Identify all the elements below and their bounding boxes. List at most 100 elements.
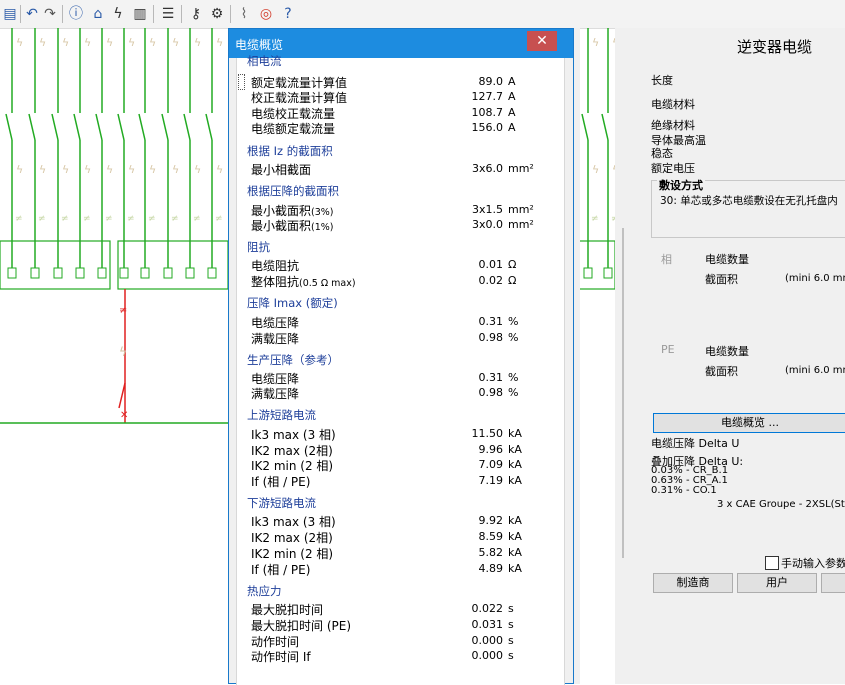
cable-overview-dialog: 电缆概览 ✕ 相电流 额定载流量计算值 89.0 A 校正载流量计算值 127.7 A 电缆校… [228, 28, 574, 685]
feeder-mark: ≠ [15, 214, 23, 224]
feeder-terminal [207, 267, 217, 279]
manual-input-checkbox[interactable] [765, 556, 779, 570]
gear-icon[interactable]: ⚙ [207, 4, 227, 24]
laying-value[interactable]: 30: 单芯或多芯电缆敷设在无孔托盘内 [660, 193, 838, 208]
feeder-terminal [140, 267, 150, 279]
cable-mark: ≠ [119, 305, 127, 316]
row-label-text: 满载压降 [251, 332, 300, 346]
row-label: IK2 min (2 相) [251, 545, 333, 562]
extra-button[interactable] [821, 573, 845, 593]
row-unit: % [508, 315, 519, 328]
drop-line: 0.31% - CO.1 [651, 485, 717, 496]
row-label: 最小截面积(1%) [251, 217, 334, 234]
row-label-text: 整体阻抗 [251, 275, 300, 289]
feeder-mark: ϟ [128, 163, 135, 176]
feeder-mark: ϟ [172, 163, 179, 176]
user-button[interactable]: 用户 [737, 573, 817, 593]
row-unit: kA [508, 427, 522, 440]
feeder-mark: ϟ [39, 163, 46, 176]
home-icon[interactable]: ⌂ [88, 4, 108, 24]
feeder-switch [95, 113, 103, 141]
overview-row: 电缆压降 0.31% [251, 370, 551, 386]
panel-title: 逆变器电缆 [737, 38, 813, 56]
feeder-mark: ϟ [194, 36, 201, 49]
row-label: IK2 min (2 相) [251, 457, 333, 474]
feeder-terminal [30, 267, 40, 279]
feeder-mark: ≠ [215, 214, 223, 224]
section-title: 根据 Iz 的截面积 [247, 144, 333, 158]
row-label-text: 电缆校正载流量 [251, 107, 336, 121]
close-icon[interactable]: ✕ [527, 31, 557, 51]
row-unit: A [508, 106, 516, 119]
feeder-mark: ≠ [591, 214, 599, 224]
feeder-mark: ϟ [106, 163, 113, 176]
row-value: 0.01 [478, 258, 504, 271]
chart-line-icon[interactable]: ⌇ [234, 4, 254, 24]
feeder-switch [28, 113, 36, 141]
feeder-mark: ϟ [592, 36, 599, 49]
info-icon[interactable]: ⓘ [66, 4, 86, 24]
undo-icon[interactable]: ↶ [22, 4, 42, 24]
row-value: 0.98 [478, 386, 504, 399]
row-label: If (相 / PE) [251, 473, 310, 490]
row-label-text: 满载压降 [251, 387, 300, 401]
scrollbar-thumb[interactable] [622, 228, 624, 558]
section-title: 上游短路电流 [247, 408, 316, 422]
row-label-note: (0.5 Ω max) [299, 278, 356, 289]
database-icon[interactable]: ☰ [158, 4, 178, 24]
row-label: 最小相截面 [251, 161, 311, 178]
row-label-text: IK2 min (2 相) [251, 459, 334, 473]
phase-section-label: 截面积 [705, 273, 738, 286]
row-unit: kA [508, 562, 522, 575]
row-label: 最大脱扣时间 (PE) [251, 617, 351, 634]
overview-row: 校正载流量计算值 127.7 A [251, 89, 551, 106]
row-label-text: If (相 / PE) [251, 475, 311, 489]
row-label: 电缆阻抗 [251, 257, 299, 274]
feeder-mark: ϟ [216, 163, 223, 176]
feeder-mark: ϟ [149, 163, 156, 176]
overview-row: 电缆压降 0.31% [251, 314, 551, 331]
phase-cable-count-label: 电缆数量 [705, 253, 749, 266]
phase-label: 相 [661, 253, 672, 266]
row-value: 9.92 [478, 514, 504, 527]
feeder-mark: ϟ [172, 36, 179, 49]
lifebuoy-icon[interactable]: ◎ [256, 4, 276, 24]
row-value: 0.031 [471, 618, 504, 631]
row-unit: mm² [508, 218, 534, 231]
feeder-mark: ϟ [16, 163, 23, 176]
breaker-cross: ✕ [120, 410, 128, 421]
cable-mark: ϟ [119, 345, 127, 359]
row-label: Ik3 max (3 相) [251, 513, 336, 530]
laying-title: 敷设方式 [657, 177, 705, 193]
key-icon[interactable]: ⚷ [186, 4, 206, 24]
scrollbar[interactable] [574, 28, 624, 684]
document-icon[interactable]: ▤ [0, 4, 20, 24]
row-label: 动作时间 If [251, 648, 311, 665]
row-value: 0.31 [478, 315, 504, 328]
row-unit: kA [508, 443, 522, 456]
manufacturer-button[interactable]: 制造商 [653, 573, 733, 593]
row-label: 电缆压降 [251, 314, 299, 331]
cable-overview-button[interactable]: 电缆概览 ... [653, 413, 845, 433]
bar-chart-icon[interactable]: ▥ [130, 4, 150, 24]
redo-icon[interactable]: ↷ [40, 4, 60, 24]
row-label-text: Ik3 max (3 相) [251, 428, 336, 442]
overview-row: 动作时间 If 0.000 s [251, 648, 551, 665]
row-value: 0.022 [471, 602, 504, 615]
row-unit: kA [508, 474, 522, 487]
feeder-switch [581, 113, 589, 141]
row-label: 校正载流量计算值 [251, 89, 347, 106]
lightning-icon[interactable]: ϟ [108, 4, 128, 24]
feeder-terminal [185, 267, 195, 279]
row-value: 8.59 [478, 530, 504, 543]
row-unit: kA [508, 514, 522, 527]
pe-label: PE [661, 343, 675, 356]
row-value: 7.19 [478, 474, 504, 487]
row-value: 5.82 [478, 546, 504, 559]
overview-row: IK2 min (2 相) 7.09 kA [251, 457, 551, 474]
help-icon[interactable]: ? [278, 4, 298, 24]
row-label-text: IK2 max (2相) [251, 531, 333, 545]
row-label-text: 最大脱扣时间 (PE) [251, 619, 351, 633]
row-label-text: If (相 / PE) [251, 563, 311, 577]
feeder-mark: ≠ [171, 214, 179, 224]
